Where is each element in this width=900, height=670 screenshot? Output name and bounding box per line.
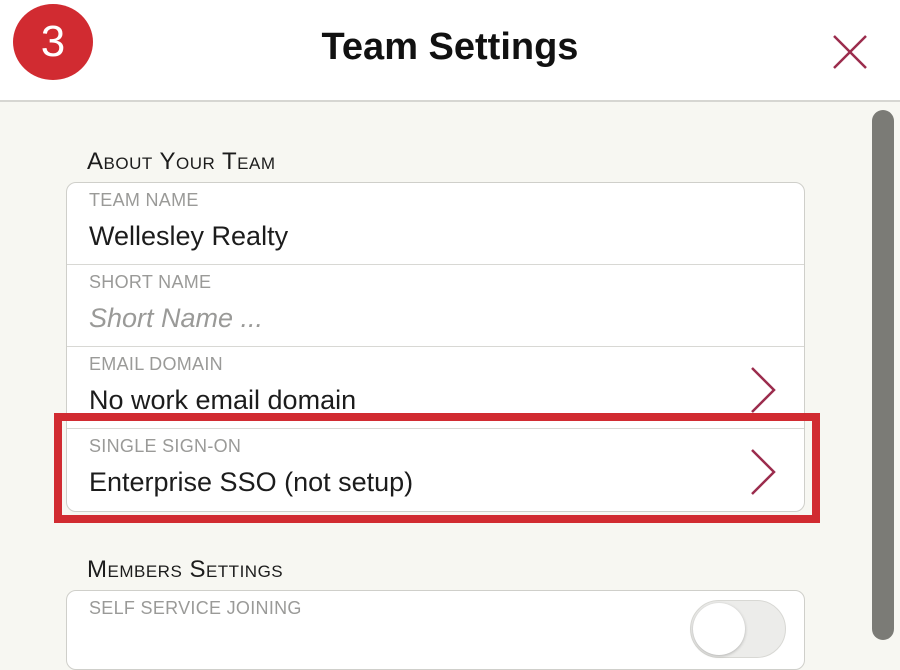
close-button[interactable] [826,28,874,76]
team-name-value[interactable]: Wellesley Realty [89,221,288,252]
short-name-label: SHORT NAME [89,272,212,292]
single-sign-on-label: SINGLE SIGN-ON [89,436,242,456]
self-service-joining-label: SELF SERVICE JOINING [89,598,302,618]
members-section-title: Members Settings [87,556,284,583]
page-title: Team Settings [321,26,579,68]
chevron-right-icon[interactable] [748,365,778,415]
about-team-card: TEAM NAME Wellesley Realty SHORT NAME EM… [66,182,805,512]
self-service-joining-toggle[interactable] [690,600,786,658]
toggle-knob [693,603,745,655]
email-domain-row[interactable]: EMAIL DOMAIN No work email domain [67,347,804,429]
email-domain-value: No work email domain [89,385,357,415]
single-sign-on-value: Enterprise SSO (not setup) [89,467,414,497]
single-sign-on-row[interactable]: SINGLE SIGN-ON Enterprise SSO (not setup… [67,429,804,511]
team-name-row[interactable]: TEAM NAME Wellesley Realty [67,183,804,265]
about-section-title: About Your Team [87,148,276,175]
team-name-label: TEAM NAME [89,190,199,210]
short-name-row[interactable]: SHORT NAME [67,265,804,347]
chevron-right-icon[interactable] [748,447,778,497]
short-name-input[interactable] [87,300,691,336]
scrollbar[interactable] [872,110,894,640]
email-domain-label: EMAIL DOMAIN [89,354,223,374]
header-bar: 3 Team Settings [0,0,900,102]
close-icon [833,35,867,69]
